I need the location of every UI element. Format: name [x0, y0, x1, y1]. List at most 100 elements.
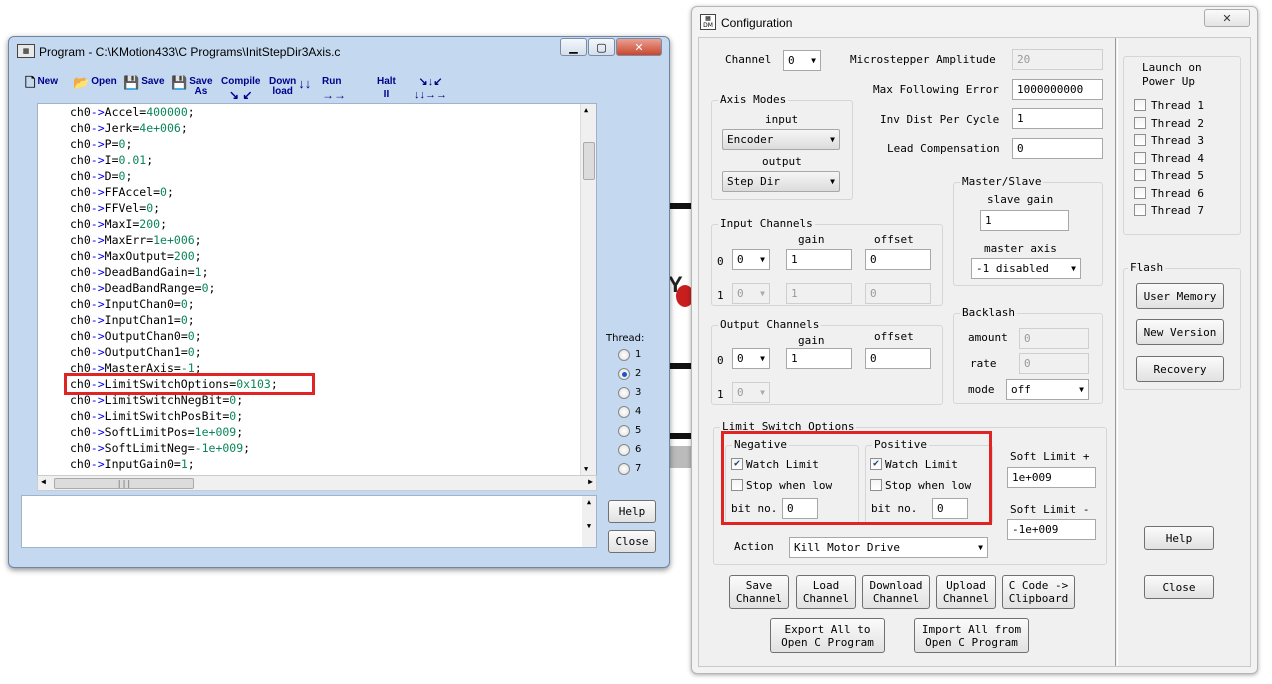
input-row0-channel-select[interactable]: 0 ▼	[732, 249, 770, 270]
configuration-client-area: Channel 0 ▼ Microstepper Amplitude 20 Max…	[698, 37, 1251, 667]
launch-thread-label: Thread 6	[1151, 186, 1204, 200]
close-window-button[interactable]: ✕	[616, 38, 662, 56]
thread-radio-3[interactable]	[618, 387, 630, 399]
editor-horizontal-scrollbar[interactable]: ◀ ||| ▶	[37, 475, 597, 491]
backlash-amount-input[interactable]: 0	[1019, 328, 1089, 349]
channel-select[interactable]: 0 ▼	[783, 50, 821, 71]
axis-input-select[interactable]: Encoder ▼	[722, 129, 840, 150]
thread-radio-6[interactable]	[618, 444, 630, 456]
import-all-button[interactable]: Import All from Open C Program	[914, 618, 1029, 653]
save-as-toolbar-button[interactable]: 💾 Save As	[171, 76, 213, 97]
c-code-clipboard-button[interactable]: C Code -> Clipboard	[1002, 575, 1075, 609]
code-editor[interactable]: ch0->Accel=400000; ch0->Jerk=4e+006; ch0->…	[37, 103, 597, 476]
thread-radio-1[interactable]	[618, 349, 630, 361]
thread-radio-2[interactable]	[618, 368, 630, 380]
code-line: ch0->SoftLimitNeg=-1e+009;	[70, 441, 251, 455]
run-toolbar-button[interactable]: Run →→	[322, 77, 346, 102]
inv-dist-per-cycle-input[interactable]: 1	[1012, 108, 1103, 129]
soft-limit-pos-input[interactable]: 1e+009	[1007, 467, 1096, 488]
launch-thread-checkbox-1[interactable]	[1134, 99, 1146, 111]
launch-thread-checkbox-4[interactable]	[1134, 151, 1146, 164]
upload-channel-button[interactable]: Upload Channel	[936, 575, 996, 609]
compile-download-run-toolbar-button[interactable]: ↘↓↙ ↓↓→→	[414, 77, 447, 102]
download-toolbar-button[interactable]: Down load ↓↓	[269, 77, 311, 97]
new-toolbar-button[interactable]: 🗋 New	[25, 75, 58, 90]
chevron-down-icon: ▼	[1071, 264, 1076, 273]
action-select[interactable]: Kill Motor Drive ▼	[789, 537, 988, 558]
backlash-rate-label: rate	[970, 357, 997, 370]
chevron-down-icon: ▼	[978, 543, 983, 552]
launch-thread-label: Thread 1	[1151, 99, 1204, 112]
microstepper-amplitude-input[interactable]: 20	[1012, 49, 1103, 70]
thread-radio-5[interactable]	[618, 425, 630, 437]
export-all-button[interactable]: Export All to Open C Program	[770, 618, 885, 653]
halt-toolbar-button[interactable]: Halt II	[377, 77, 396, 101]
input-row0-offset-input[interactable]: 0	[865, 249, 931, 270]
master-axis-select[interactable]: -1 disabled ▼	[971, 258, 1081, 279]
input-row1-offset-input[interactable]: 0	[865, 283, 931, 304]
editor-vertical-scrollbar[interactable]: ▲ ▼	[580, 104, 596, 475]
open-toolbar-button[interactable]: 📂 Open	[73, 76, 117, 89]
input-row1-channel-select[interactable]: 0 ▼	[732, 283, 770, 304]
code-line: ch0->OutputChan0=0;	[70, 329, 202, 343]
thread-radio-label: 7	[635, 463, 642, 474]
thread-radio-4[interactable]	[618, 406, 630, 418]
input-row0-gain-input[interactable]: 1	[786, 249, 852, 270]
soft-limit-neg-input[interactable]: -1e+009	[1007, 519, 1096, 540]
axis-output-select[interactable]: Step Dir ▼	[722, 171, 840, 192]
console-vertical-scrollbar[interactable]: ▲ ▼	[582, 496, 596, 547]
config-help-button[interactable]: Help	[1144, 526, 1214, 550]
console-output[interactable]: ▲ ▼	[21, 495, 597, 548]
scroll-left-arrow-icon[interactable]: ◀	[41, 477, 46, 486]
new-file-icon: 🗋	[25, 75, 36, 90]
code-line: ch0->OutputChan1=0;	[70, 345, 202, 359]
program-close-button[interactable]: Close	[608, 530, 656, 553]
chevron-down-icon: ▼	[760, 255, 765, 264]
output-row0-channel-select[interactable]: 0 ▼	[732, 348, 770, 369]
lead-compensation-input[interactable]: 0	[1012, 138, 1103, 159]
backlash-rate-input[interactable]: 0	[1019, 353, 1089, 374]
halt-bars-icon: II	[383, 89, 390, 100]
launch-thread-checkbox-6[interactable]	[1134, 186, 1146, 199]
config-close-window-button[interactable]: ✕	[1204, 9, 1250, 27]
output-row0-offset-input[interactable]: 0	[865, 348, 931, 369]
launch-thread-label: Thread 4	[1151, 151, 1204, 165]
axis-modes-group: Axis Modes input Encoder ▼ output Step Di…	[711, 93, 853, 200]
launch-thread-checkbox-5[interactable]	[1134, 169, 1146, 181]
launch-thread-checkbox-3[interactable]	[1134, 134, 1146, 146]
backlash-title: Backlash	[960, 306, 1017, 319]
chevron-down-icon: ▼	[830, 135, 835, 144]
output-row1-label: 1	[717, 388, 724, 401]
save-toolbar-button[interactable]: 💾 Save	[123, 76, 165, 89]
max-following-error-input[interactable]: 1000000000	[1012, 79, 1103, 100]
load-channel-button[interactable]: Load Channel	[796, 575, 856, 609]
compile-toolbar-button[interactable]: Compile ↘ ↙	[221, 77, 260, 102]
launch-title-line1: Launch on	[1142, 61, 1202, 74]
minimize-button[interactable]: ▁	[560, 38, 587, 56]
new-version-button[interactable]: New Version	[1136, 319, 1224, 345]
scroll-right-arrow-icon[interactable]: ▶	[588, 477, 593, 486]
chevron-down-icon: ▼	[760, 354, 765, 363]
maximize-button[interactable]: ▢	[588, 38, 615, 56]
thread-radio-7[interactable]	[618, 463, 630, 475]
input-row1-gain-input[interactable]: 1	[786, 283, 852, 304]
code-line: ch0->InputGain0=1;	[70, 457, 195, 471]
scroll-up-arrow-icon[interactable]: ▲	[584, 106, 588, 114]
backlash-mode-select[interactable]: off ▼	[1006, 379, 1089, 400]
action-label: Action	[734, 540, 774, 553]
download-channel-button[interactable]: Download Channel	[862, 575, 930, 609]
editor-horizontal-scroll-thumb[interactable]: |||	[54, 478, 194, 489]
editor-vertical-scroll-thumb[interactable]	[583, 142, 595, 180]
config-close-button[interactable]: Close	[1144, 575, 1214, 599]
recovery-button[interactable]: Recovery	[1136, 356, 1224, 382]
user-memory-button[interactable]: User Memory	[1136, 283, 1224, 309]
output-row1-channel-select[interactable]: 0 ▼	[732, 382, 770, 403]
program-help-button[interactable]: Help	[608, 500, 656, 523]
microstepper-amplitude-label: Microstepper Amplitude	[850, 53, 996, 66]
slave-gain-input[interactable]: 1	[980, 210, 1069, 231]
launch-thread-checkbox-2[interactable]	[1134, 116, 1146, 129]
launch-thread-checkbox-7[interactable]	[1134, 204, 1146, 216]
scroll-down-arrow-icon[interactable]: ▼	[584, 465, 588, 473]
save-channel-button[interactable]: Save Channel	[729, 575, 789, 609]
output-row0-gain-input[interactable]: 1	[786, 348, 852, 369]
